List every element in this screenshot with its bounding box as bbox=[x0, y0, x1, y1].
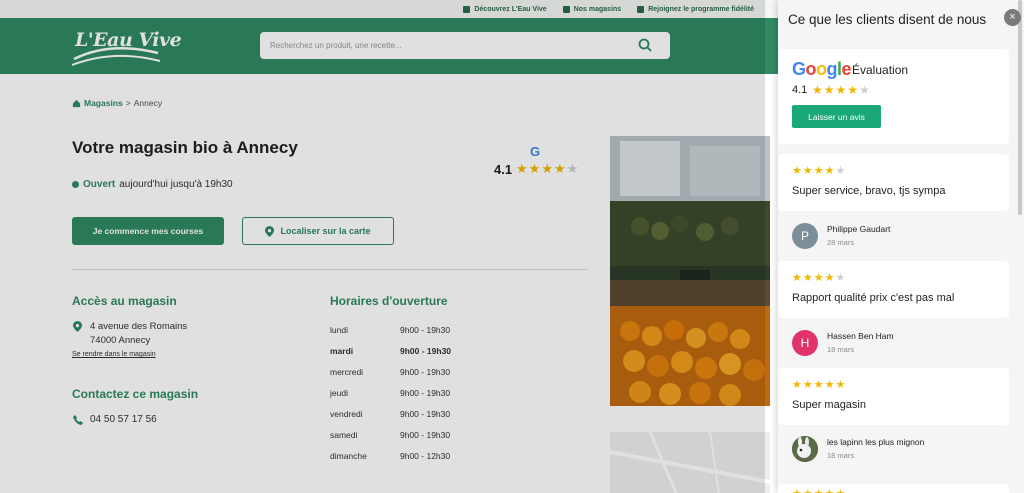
star-filled-icon: ★ bbox=[813, 165, 824, 177]
star-filled-icon: ★ bbox=[835, 379, 846, 391]
star-filled-icon: ★ bbox=[792, 165, 802, 177]
review-author: P Philippe Gaudart 28 mars bbox=[778, 211, 1009, 259]
google-logo-letter: o bbox=[816, 59, 827, 79]
star-filled-icon: ★ bbox=[803, 489, 813, 493]
star-filled-icon: ★ bbox=[824, 272, 835, 284]
review-card: ★★★★★ bbox=[778, 484, 1009, 493]
panel-scrollbar[interactable] bbox=[1018, 0, 1022, 215]
star-empty-icon: ★ bbox=[859, 83, 870, 97]
star-filled-icon: ★ bbox=[813, 379, 824, 391]
avatar: H bbox=[792, 330, 818, 356]
star-filled-icon: ★ bbox=[802, 165, 813, 177]
google-logo-letter: G bbox=[792, 59, 806, 79]
review-author: les lapinn les plus mignon 18 mars bbox=[778, 424, 1009, 472]
rating-value: 4.1 bbox=[792, 84, 808, 96]
store-page: Découvrez L'Eau Vive Nos magasins Rejoig… bbox=[0, 0, 1024, 493]
rating-stars: ★ ★ ★ ★ ★ bbox=[812, 84, 870, 96]
review-date: 18 mars bbox=[827, 345, 855, 354]
star-filled-icon: ★ bbox=[802, 272, 813, 284]
google-logo-letter: o bbox=[805, 59, 817, 79]
reviews-panel-body: Ce que les clients disent de nous Google… bbox=[778, 0, 1024, 493]
star-filled-icon: ★ bbox=[814, 489, 824, 493]
google-rating-card: Google Évaluation 4.1 ★ ★ ★ ★ ★ Laisser un a… bbox=[778, 49, 1009, 144]
review-text: Rapport qualité prix c'est pas mal bbox=[792, 292, 955, 304]
star-filled-icon: ★ bbox=[836, 489, 846, 493]
star-filled-icon: ★ bbox=[792, 489, 802, 493]
review-stars: ★★★★★ bbox=[792, 273, 845, 284]
evaluation-label: Évaluation bbox=[852, 63, 909, 77]
author-name: Philippe Gaudart bbox=[827, 224, 891, 234]
google-logo: Google bbox=[792, 59, 852, 80]
review-date: 18 mars bbox=[827, 451, 855, 460]
review-stars: ★★★★★ bbox=[792, 166, 845, 177]
star-empty-icon: ★ bbox=[835, 165, 846, 177]
star-filled-icon: ★ bbox=[813, 272, 824, 284]
star-filled-icon: ★ bbox=[824, 165, 835, 177]
review-stars: ★★★★★ bbox=[792, 489, 845, 493]
leave-review-button[interactable]: Laisser un avis bbox=[792, 105, 881, 128]
review-card: ★ ★ ★ ★ ★ Super magasin bbox=[778, 368, 1009, 425]
avatar: P bbox=[792, 223, 818, 249]
close-icon[interactable]: × bbox=[1004, 9, 1021, 26]
star-filled-icon: ★ bbox=[825, 489, 835, 493]
google-logo-letter: g bbox=[826, 59, 838, 79]
reviews-panel-title: Ce que les clients disent de nous bbox=[788, 12, 987, 27]
avatar bbox=[792, 436, 818, 462]
review-card: ★ ★ ★ ★ ★ Rapport qualité prix c'est pas mal bbox=[778, 261, 1009, 318]
star-filled-icon: ★ bbox=[824, 379, 835, 391]
reviews-panel: Ce que les clients disent de nous Google… bbox=[778, 0, 1024, 493]
google-logo-letter: e bbox=[841, 59, 852, 79]
author-name: les lapinn les plus mignon bbox=[827, 437, 925, 447]
star-filled-icon: ★ bbox=[792, 379, 802, 391]
star-empty-icon: ★ bbox=[835, 272, 846, 284]
star-filled-icon: ★ bbox=[823, 83, 835, 97]
star-filled-icon: ★ bbox=[835, 83, 847, 97]
review-author: H Hassen Ben Ham 18 mars bbox=[778, 318, 1009, 366]
star-filled-icon: ★ bbox=[802, 379, 813, 391]
review-text: Super magasin bbox=[792, 399, 866, 411]
star-filled-icon: ★ bbox=[847, 83, 859, 97]
review-stars: ★★★★★ bbox=[792, 380, 845, 391]
review-text: Super service, bravo, tjs sympa bbox=[792, 185, 946, 197]
review-card: ★ ★ ★ ★ ★ Super service, bravo, tjs sympa bbox=[778, 154, 1009, 211]
star-filled-icon: ★ bbox=[792, 272, 802, 284]
modal-backdrop[interactable] bbox=[0, 0, 765, 493]
rabbit-photo-icon bbox=[792, 436, 818, 462]
author-name: Hassen Ben Ham bbox=[827, 331, 894, 341]
review-date: 28 mars bbox=[827, 238, 855, 247]
star-filled-icon: ★ bbox=[812, 83, 823, 97]
